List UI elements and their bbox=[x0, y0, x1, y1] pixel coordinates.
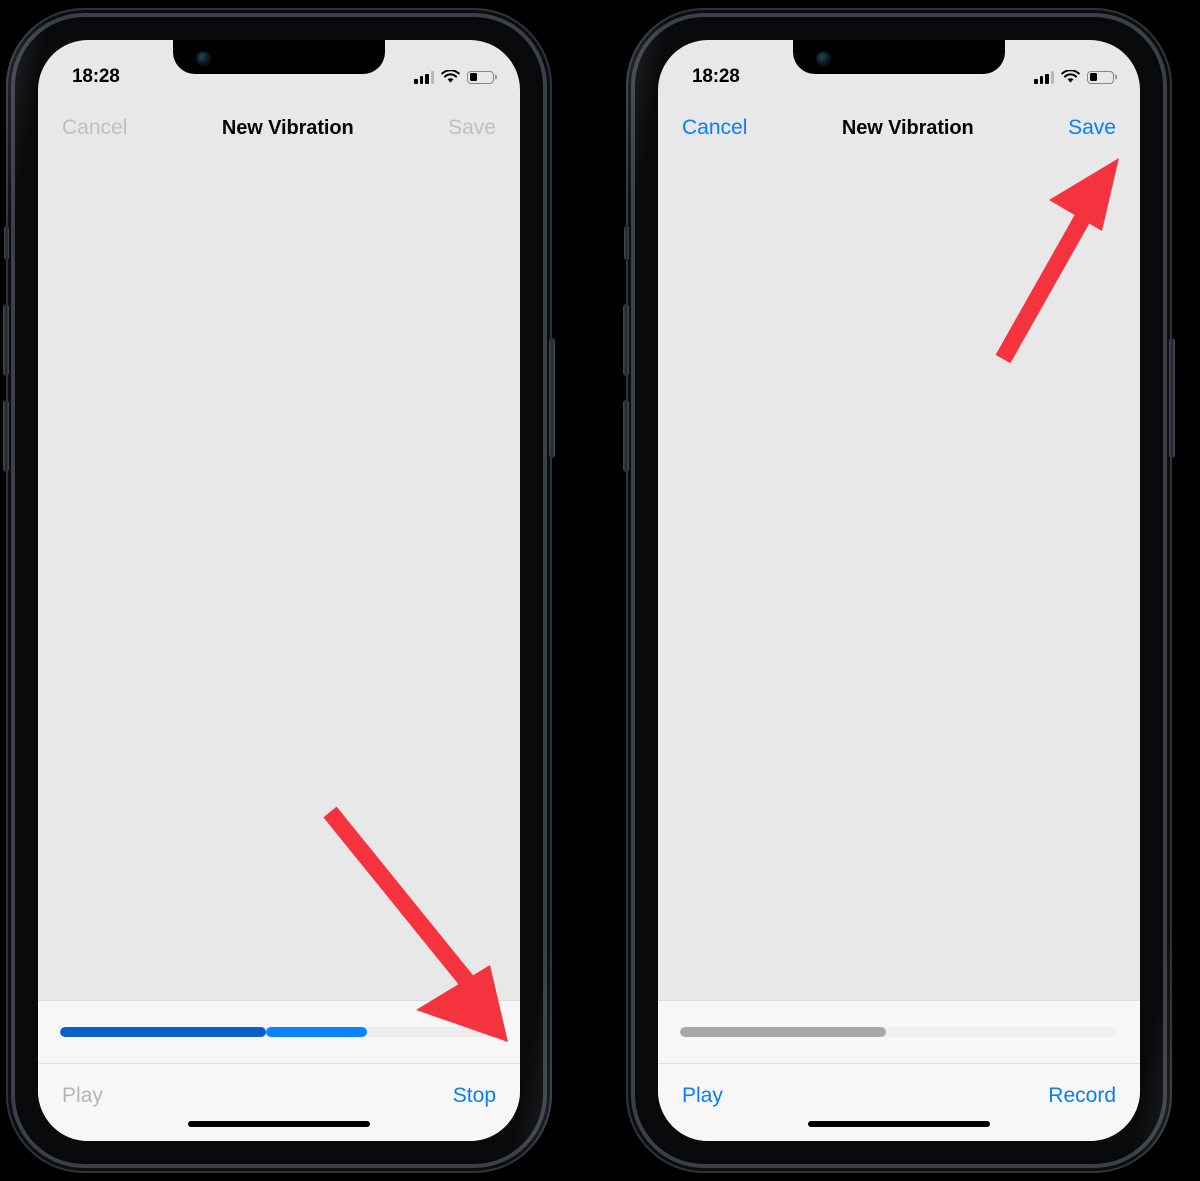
volume-down-button-left[interactable] bbox=[3, 400, 9, 472]
phone-screen-left: 18:28 Cancel New Vibration Save Play Sto… bbox=[38, 40, 520, 1141]
cellular-signal-icon bbox=[414, 70, 434, 84]
cancel-button-left[interactable]: Cancel bbox=[62, 116, 127, 140]
progress-segment-recorded-right bbox=[680, 1027, 886, 1037]
front-camera-icon bbox=[197, 52, 210, 65]
status-icons-left bbox=[414, 70, 494, 84]
page-title-right: New Vibration bbox=[841, 116, 974, 139]
silent-switch-right[interactable] bbox=[624, 226, 629, 260]
nav-bar-right: Cancel New Vibration Save bbox=[658, 102, 1140, 154]
phone-device-right: 18:28 Cancel New Vibration Save Play Rec… bbox=[623, 8, 1175, 1173]
status-clock-right: 18:28 bbox=[692, 66, 740, 87]
home-indicator-left[interactable] bbox=[188, 1121, 370, 1127]
display-notch-left bbox=[173, 40, 385, 74]
cellular-signal-icon bbox=[1034, 70, 1054, 84]
progress-segment-active-left bbox=[265, 1027, 367, 1037]
battery-icon bbox=[1087, 70, 1114, 84]
bottom-toolbar-right: Play Record bbox=[658, 1063, 1140, 1141]
page-title-left: New Vibration bbox=[221, 116, 354, 139]
save-button-right[interactable]: Save bbox=[1068, 116, 1116, 140]
play-button-left[interactable]: Play bbox=[62, 1084, 103, 1108]
status-clock-left: 18:28 bbox=[72, 66, 120, 87]
phone-screen-right: 18:28 Cancel New Vibration Save Play Rec… bbox=[658, 40, 1140, 1141]
stop-button-left[interactable]: Stop bbox=[453, 1084, 496, 1108]
front-camera-icon bbox=[817, 52, 830, 65]
vibration-progress-track-right[interactable] bbox=[680, 1027, 1118, 1037]
cancel-button-right[interactable]: Cancel bbox=[682, 116, 747, 140]
vibration-tap-canvas-right[interactable] bbox=[658, 154, 1140, 1000]
wifi-icon bbox=[441, 70, 460, 83]
record-button-right[interactable]: Record bbox=[1048, 1084, 1116, 1108]
track-panel-left bbox=[38, 1000, 520, 1063]
display-notch-right bbox=[793, 40, 1005, 74]
vibration-tap-canvas-left[interactable] bbox=[38, 154, 520, 1000]
play-button-right[interactable]: Play bbox=[682, 1084, 723, 1108]
vibration-progress-track-left[interactable] bbox=[60, 1027, 498, 1037]
home-indicator-right[interactable] bbox=[808, 1121, 990, 1127]
power-button-right[interactable] bbox=[1169, 338, 1175, 458]
bottom-toolbar-left: Play Stop bbox=[38, 1063, 520, 1141]
wifi-icon bbox=[1061, 70, 1080, 83]
battery-icon bbox=[467, 70, 494, 84]
phone-device-left: 18:28 Cancel New Vibration Save Play Sto… bbox=[3, 8, 555, 1173]
silent-switch-left[interactable] bbox=[4, 226, 9, 260]
power-button-left[interactable] bbox=[549, 338, 555, 458]
volume-down-button-right[interactable] bbox=[623, 400, 629, 472]
track-panel-right bbox=[658, 1000, 1140, 1063]
volume-up-button-left[interactable] bbox=[3, 304, 9, 376]
status-icons-right bbox=[1034, 70, 1114, 84]
save-button-left[interactable]: Save bbox=[448, 116, 496, 140]
screenshot-stage: 18:28 Cancel New Vibration Save Play Sto… bbox=[0, 0, 1200, 1181]
nav-bar-left: Cancel New Vibration Save bbox=[38, 102, 520, 154]
volume-up-button-right[interactable] bbox=[623, 304, 629, 376]
progress-segment-recorded-left bbox=[60, 1027, 266, 1037]
